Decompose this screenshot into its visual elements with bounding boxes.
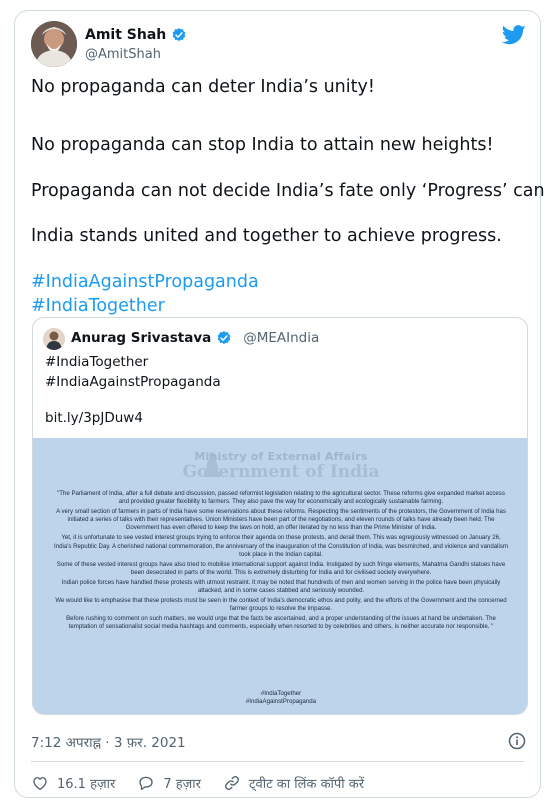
statement-paragraph: "The Parliament of India, after a full d… bbox=[57, 490, 505, 506]
quoted-author-name[interactable]: Anurag Srivastava bbox=[71, 330, 211, 346]
tweet-actions: 16.1 हज़ार 7 हज़ार ट्वीट का लिंक कॉपी कर… bbox=[31, 773, 386, 793]
reply-count: 7 हज़ार bbox=[163, 777, 201, 792]
statement-paragraph: Some of these vested interest groups hav… bbox=[56, 560, 506, 576]
quoted-hashtag[interactable]: #IndiaTogether bbox=[45, 354, 148, 370]
divider bbox=[31, 761, 524, 762]
quoted-author-handle[interactable]: @MEAIndia bbox=[243, 330, 319, 346]
image-government-title: Government of India bbox=[182, 462, 380, 482]
tweet-text-line-4: India stands united and together to achi… bbox=[31, 226, 502, 246]
tweet-text-line-2: No propaganda can stop India to attain n… bbox=[31, 135, 494, 155]
author-handle[interactable]: @AmitShah bbox=[85, 47, 161, 62]
statement-paragraph: Yet, it is unfortunate to see vested int… bbox=[54, 534, 508, 558]
image-hashtags: #IndiaTogether #IndiaAgainstPropaganda bbox=[33, 690, 527, 706]
image-hashtag: #IndiaAgainstPropaganda bbox=[245, 698, 317, 705]
like-button[interactable]: 16.1 हज़ार bbox=[31, 774, 115, 792]
image-statement-body: "The Parliament of India, after a full d… bbox=[53, 490, 509, 634]
statement-paragraph: We would like to emphasise that these pr… bbox=[55, 597, 507, 613]
author-name[interactable]: Amit Shah bbox=[85, 27, 166, 43]
statement-paragraph: Indian police forces have handled these … bbox=[61, 578, 501, 595]
verified-badge-icon bbox=[171, 27, 187, 43]
verified-badge-icon bbox=[216, 330, 232, 346]
tweet-timestamp[interactable]: 7:12 अपराह्न · 3 फ़र. 2021 bbox=[31, 733, 186, 751]
statement-image[interactable]: Ministry of External Affairs Government … bbox=[33, 438, 527, 714]
quoted-hashtag[interactable]: #IndiaAgainstPropaganda bbox=[45, 374, 221, 390]
reply-icon bbox=[137, 774, 155, 792]
heart-icon bbox=[31, 774, 49, 792]
tweet-text-line-1: No propaganda can deter India’s unity! bbox=[31, 77, 375, 97]
copy-link-label: ट्वीट का लिंक कॉपी करें bbox=[248, 777, 365, 792]
author-name-row: Amit Shah bbox=[85, 27, 187, 43]
image-hashtag: #IndiaTogether bbox=[260, 690, 302, 697]
quoted-tweet[interactable]: Anurag Srivastava @MEAIndia #IndiaTogeth… bbox=[32, 317, 528, 715]
quoted-author-avatar[interactable] bbox=[43, 328, 65, 350]
author-avatar[interactable] bbox=[31, 21, 77, 67]
quoted-link[interactable]: bit.ly/3pJDuw4 bbox=[45, 410, 143, 426]
tweet-card: Amit Shah @AmitShah No propaganda can de… bbox=[14, 10, 545, 798]
twitter-bird-icon[interactable] bbox=[502, 25, 526, 45]
quoted-name-row: Anurag Srivastava @MEAIndia bbox=[71, 330, 319, 346]
hashtag-link[interactable]: #IndiaTogether bbox=[31, 296, 165, 316]
tweet-text-line-3: Propaganda can not decide India’s fate o… bbox=[31, 181, 545, 201]
copy-link-button[interactable]: ट्वीट का लिंक कॉपी करें bbox=[223, 774, 364, 792]
like-count: 16.1 हज़ार bbox=[57, 777, 116, 792]
reply-button[interactable]: 7 हज़ार bbox=[137, 774, 201, 792]
hashtag-link[interactable]: #IndiaAgainstPropaganda bbox=[31, 272, 259, 292]
info-icon[interactable] bbox=[508, 732, 526, 750]
statement-paragraph: A very small section of farmers in parts… bbox=[56, 508, 506, 532]
statement-paragraph: Before rushing to comment on such matter… bbox=[66, 615, 496, 631]
link-icon bbox=[223, 774, 241, 792]
